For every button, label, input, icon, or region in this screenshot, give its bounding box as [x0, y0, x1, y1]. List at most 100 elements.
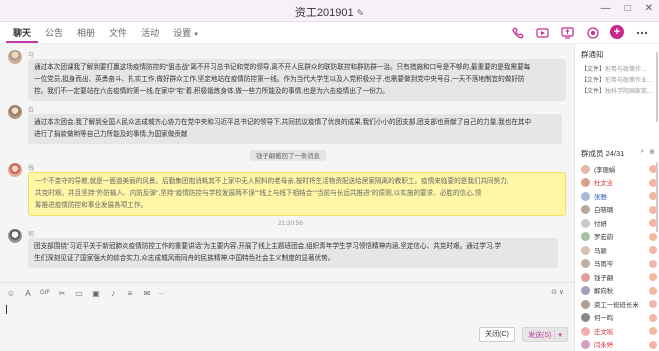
- message-line: 控。我们不一定要站在六击疫情的第一线,在家中"宅"着,积极锻炼身体,做一些力所能…: [34, 88, 389, 95]
- message-line: 一位党员,挺身而出、英勇奋斗、扎实工作,做好群众工作,坚定地站在疫情防控第一线。…: [34, 76, 525, 83]
- member-item[interactable]: 罗宏韵: [581, 231, 659, 243]
- tabs: 聊天 公告 相册 文件 活动 设置 ▼: [6, 27, 206, 43]
- message-line: 团支部围绕"习近平关于新冠肺炎疫情防控工作的重要讲话"为主要内容,开展了线上主题…: [34, 243, 501, 250]
- member-name: 何一鸣: [594, 315, 614, 322]
- member-item[interactable]: 马颖: [581, 244, 659, 256]
- member-status-icon: [649, 246, 657, 254]
- member-item[interactable]: 付妍: [581, 217, 659, 229]
- message-bubble[interactable]: 通过本次团课我了解到要打赢这场疫情防控的"狙击战"离不开习总书记和党的领导,离不…: [28, 59, 566, 101]
- file-name: 形势与政策作业...: [605, 78, 653, 84]
- tab-files[interactable]: 文件: [102, 27, 134, 43]
- member-item[interactable]: 白晓璐: [581, 204, 659, 216]
- emoji-icon[interactable]: ☺: [6, 288, 16, 298]
- member-item[interactable]: 钱子翩: [581, 271, 659, 283]
- mic-icon[interactable]: ♪: [108, 288, 118, 298]
- member-item[interactable]: 张雅: [581, 190, 659, 202]
- avatar: [581, 313, 590, 322]
- divider: [554, 330, 556, 339]
- red-packet-icon[interactable]: ✉: [142, 288, 152, 298]
- member-name: 闫永婷: [594, 342, 614, 349]
- message-line: 通过本次团课我了解到要打赢这场疫情防控的"狙击战"离不开习总书记和党的领导,离不…: [34, 64, 531, 71]
- image-icon[interactable]: ▣: [91, 288, 101, 298]
- window-controls: — □ ✕: [601, 3, 653, 14]
- tab-album[interactable]: 相册: [70, 27, 102, 43]
- avatar[interactable]: [8, 50, 22, 64]
- phone-icon[interactable]: [510, 25, 525, 40]
- member-name: 解向秋: [594, 288, 614, 295]
- avatar: [581, 191, 590, 201]
- member-item[interactable]: 庄文瑶: [581, 325, 659, 337]
- members-title: 群成员 24/31: [581, 149, 625, 158]
- close-window-button[interactable]: ✕: [645, 3, 653, 14]
- avatar: [581, 178, 590, 187]
- member-item[interactable]: 何一鸣: [581, 312, 659, 324]
- avatar: [581, 164, 590, 174]
- message-bubble[interactable]: 通过本次团会,我了解到全国人民众志成城齐心协力在党中央和习近平总书记的领导下,共…: [28, 114, 562, 144]
- pencil-icon[interactable]: ✎: [357, 8, 365, 18]
- member-name: 罗宏韵: [594, 234, 614, 241]
- avatar[interactable]: [8, 163, 22, 177]
- member-name: 付妍: [594, 220, 607, 228]
- notice-file[interactable]: 【文件】形势与政策作业...: [581, 75, 657, 84]
- group-notice-title[interactable]: 群通知: [581, 49, 604, 60]
- tab-bar: 聊天 公告 相册 文件 活动 设置 ▼ +: [0, 22, 659, 44]
- send-label: 发送(S): [528, 331, 552, 339]
- member-item[interactable]: 闫永婷: [581, 339, 659, 351]
- timestamp: 21:30:56: [278, 220, 303, 227]
- file-tag: 【文件】: [581, 89, 606, 95]
- chevron-down-icon: ▼: [193, 32, 200, 38]
- group-name: 资工201901: [294, 7, 354, 19]
- member-item[interactable]: 马雨岑: [581, 258, 659, 270]
- scrollbar[interactable]: [656, 52, 658, 122]
- share-screen-icon[interactable]: [560, 25, 575, 40]
- avatar: [581, 272, 590, 282]
- add-icon[interactable]: +: [610, 25, 624, 39]
- member-status-icon: [649, 340, 657, 349]
- avatar[interactable]: [8, 105, 22, 119]
- video-icon[interactable]: [535, 25, 550, 40]
- tab-activity[interactable]: 活动: [134, 27, 166, 43]
- tab-chat[interactable]: 聊天: [6, 27, 39, 43]
- more-icon[interactable]: ≡: [125, 288, 135, 298]
- folder-icon[interactable]: ▭: [74, 288, 84, 298]
- tab-settings[interactable]: 设置 ▼: [166, 27, 206, 43]
- member-actions: ⌕ ⊕: [640, 148, 655, 156]
- app-icon[interactable]: [585, 25, 600, 40]
- add-member-icon[interactable]: ⊕: [649, 148, 655, 156]
- more-icon-2[interactable]: ...: [159, 288, 164, 298]
- maximize-button[interactable]: □: [625, 3, 631, 14]
- message-history-button[interactable]: ⊙ ∨: [551, 288, 564, 296]
- member-status-icon: [649, 327, 657, 335]
- scissors-icon[interactable]: ✂: [57, 288, 67, 298]
- message-bubble[interactable]: 团支部围绕"习近平关于新冠肺炎疫情防控工作的重要讲话"为主要内容,开展了线上主题…: [28, 238, 558, 268]
- chat-area[interactable]: 马雨岑 通过本次团课我了解到要打赢这场疫情防控的"狙击战"离不开习总书记和党的领…: [0, 44, 574, 282]
- chevron-down-icon[interactable]: ▾: [558, 331, 562, 339]
- gif-icon[interactable]: GIF: [40, 288, 50, 298]
- avatar: [581, 286, 590, 295]
- text-cursor: [6, 305, 7, 314]
- member-name: 张雅: [594, 193, 607, 201]
- avatar: [581, 218, 590, 228]
- file-tag: 【文件】: [581, 78, 606, 84]
- avatar[interactable]: [8, 229, 22, 243]
- member-name: 庄文瑶: [594, 328, 614, 336]
- scrollbar[interactable]: [656, 162, 658, 232]
- search-icon[interactable]: ⌕: [640, 148, 644, 156]
- send-button[interactable]: 发送(S) ▾: [522, 327, 568, 342]
- message-input[interactable]: [6, 303, 566, 323]
- notice-file[interactable]: 【文件】形势与政策作...: [581, 64, 657, 73]
- message-line: 筹推进疫情防控和事业发展各项工作。: [35, 202, 148, 209]
- message-bubble-highlighted[interactable]: 一个不变守的导教,就是一面道美丽的风景。后勤集团抱消耗其不上家中无人照料的老母亲…: [28, 172, 566, 216]
- close-button[interactable]: 关闭(C): [479, 327, 515, 342]
- more-menu-icon[interactable]: [634, 25, 649, 40]
- file-name: 独科学院国家奖...: [605, 89, 653, 95]
- member-item[interactable]: 解向秋: [581, 285, 659, 297]
- minimize-button[interactable]: —: [601, 3, 611, 14]
- member-item[interactable]: 杜文业: [581, 177, 659, 189]
- member-item[interactable]: (李丽娟: [581, 163, 659, 175]
- avatar: [581, 340, 590, 349]
- member-item[interactable]: 资工一班班长米: [581, 298, 659, 310]
- font-icon[interactable]: Ａ: [23, 288, 33, 298]
- notice-file[interactable]: 【文件】独科学院国家奖...: [581, 86, 657, 95]
- tab-announcement[interactable]: 公告: [38, 27, 70, 43]
